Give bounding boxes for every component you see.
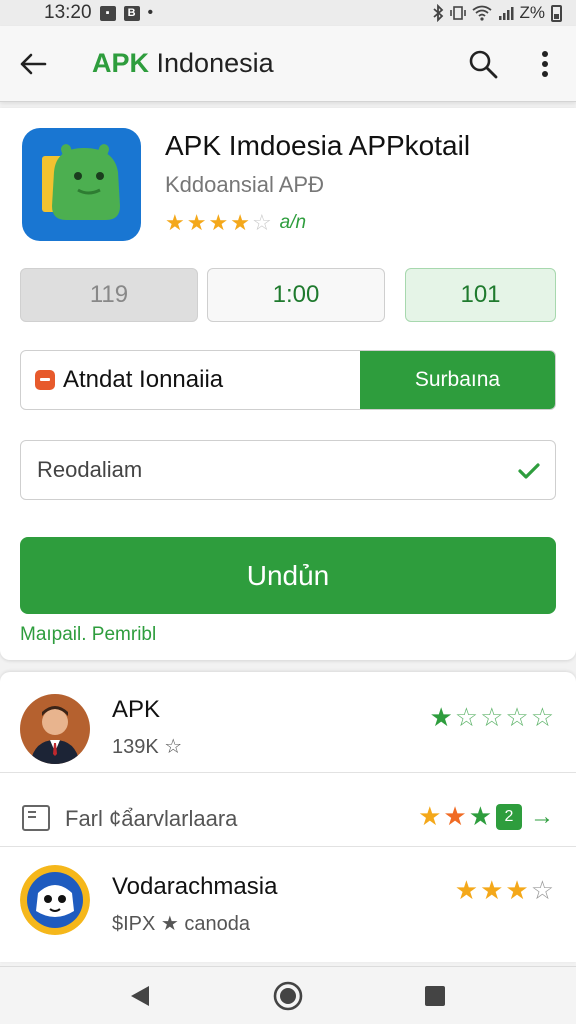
star-outline-icon: ☆ <box>454 702 479 732</box>
star-icon: ★ <box>505 875 529 905</box>
star-icon: ★ <box>454 875 479 905</box>
select-value: Reodaliam <box>37 457 143 482</box>
title-accent: APK <box>92 48 150 78</box>
split-right-button[interactable]: Surbaına <box>360 351 555 409</box>
person-avatar-icon <box>20 694 90 764</box>
star-icon: ★ <box>208 210 229 235</box>
star-icon: ★ <box>165 210 185 235</box>
download-button[interactable]: Undủn <box>20 537 556 614</box>
split-left-button[interactable]: Atndat Ionnaiia <box>21 351 361 409</box>
recents-square-icon <box>425 986 445 1006</box>
status-left: 13:20 ▪ B • <box>44 2 153 24</box>
star-outline-icon: ☆ <box>530 875 554 905</box>
star-icon: ★ <box>443 801 467 831</box>
rating-text: a/n <box>279 212 307 233</box>
bluetooth-icon <box>432 4 443 22</box>
back-arrow-icon <box>20 53 47 74</box>
star-outline-icon: ☆ <box>505 702 529 732</box>
stat-box-2[interactable]: 1:00 <box>207 268 385 322</box>
list-item-title: APK <box>112 696 161 723</box>
app-rating: ★ ★ ★ ★ ☆ a/n <box>165 210 306 236</box>
arrow-right-icon[interactable]: → <box>530 803 554 831</box>
stat-box-3[interactable]: 101 <box>405 268 556 322</box>
list-item-rating: ★ ★ ★ 2 → <box>418 801 554 832</box>
wifi-icon <box>471 5 492 21</box>
search-icon <box>469 50 498 78</box>
star-icon: ★ <box>480 875 504 905</box>
helper-link[interactable]: Maıpail. Pemribl <box>20 624 156 646</box>
android-mascot-icon <box>42 144 120 220</box>
app-badge-icon <box>35 370 55 390</box>
title-rest: Indonesia <box>149 48 274 78</box>
star-icon: ★ <box>429 702 453 732</box>
nav-home-button[interactable] <box>273 981 303 1011</box>
star-outline-icon: ☆ <box>480 702 504 732</box>
list-item[interactable]: Farl ¢ẩarvlarlaara ★ ★ ★ 2 → <box>0 772 576 846</box>
app-icon <box>22 128 141 241</box>
vibrate-icon <box>449 6 466 20</box>
notification-icon: ▪ <box>99 5 116 21</box>
list-item[interactable]: APK 139K ☆ ★ ☆ ☆ ☆ ☆ <box>0 672 576 772</box>
list-item-rating: ★ ☆ ☆ ☆ ☆ <box>429 702 554 733</box>
nav-back-button[interactable] <box>125 981 155 1011</box>
app-bar: APK Indonesia <box>0 26 576 102</box>
app-developer: Kddoansial APÐ <box>165 172 324 197</box>
dot-icon: • <box>147 4 154 21</box>
avatar <box>20 865 90 935</box>
list-item-title: Farl ¢ẩarvlarlaara <box>65 806 238 831</box>
app-bar-actions <box>452 33 576 95</box>
more-vert-icon <box>542 50 548 77</box>
badge-icon: 2 <box>496 803 522 830</box>
status-time: 13:20 <box>44 2 92 23</box>
star-icon: ★ <box>186 210 207 235</box>
app-detail-card: APK Imdoesia APPkotail Kddoansial APÐ ★ … <box>0 108 576 660</box>
star-icon: ★ <box>230 210 250 235</box>
split-left-label: Atndat Ionnaiia <box>63 366 224 393</box>
list-item-rating: ★ ★ ★ ☆ <box>455 875 554 906</box>
more-options-button[interactable] <box>514 33 576 95</box>
avatar <box>20 694 90 764</box>
status-bar: 13:20 ▪ B • Z% <box>0 0 576 26</box>
back-triangle-icon <box>131 986 149 1006</box>
search-button[interactable] <box>452 33 514 95</box>
version-select[interactable]: Reodaliam <box>20 440 556 500</box>
check-icon <box>518 463 540 479</box>
calendar-icon <box>22 805 50 831</box>
back-button[interactable] <box>0 26 66 102</box>
nav-recents-button[interactable] <box>420 981 450 1011</box>
list-item[interactable]: Vodarachmasia $IPX ★ canoda ★ ★ ★ ☆ <box>0 846 576 962</box>
battery-percent: Z% <box>519 3 546 22</box>
list-item-subtitle: 139K ☆ <box>112 736 183 758</box>
star-outline-icon: ☆ <box>530 702 554 732</box>
app-bar-title: APK Indonesia <box>92 48 274 79</box>
star-outline-icon: ☆ <box>251 210 272 235</box>
system-nav-bar <box>0 966 576 1024</box>
stat-box-1[interactable]: 119 <box>20 268 198 322</box>
app-name: APK Imdoesia APPkotail <box>165 130 471 161</box>
mascot-avatar-icon <box>20 865 90 935</box>
battery-icon <box>551 4 562 22</box>
notification-b-icon: B <box>123 5 140 21</box>
list-item-title: Vodarachmasia <box>112 873 278 900</box>
home-circle-icon <box>273 981 303 1011</box>
split-action-row: Atndat Ionnaiia Surbaına <box>20 350 556 410</box>
stats-row: 119 1:00 101 <box>20 268 556 322</box>
status-right: Z% <box>432 3 562 23</box>
star-icon: ★ <box>468 801 492 831</box>
star-icon: ★ <box>418 801 442 831</box>
app-list: APK 139K ☆ ★ ☆ ☆ ☆ ☆ Farl ¢ẩarvlarlaara … <box>0 672 576 962</box>
list-item-subtitle: $IPX ★ canoda <box>112 913 251 935</box>
signal-icon <box>498 7 513 20</box>
